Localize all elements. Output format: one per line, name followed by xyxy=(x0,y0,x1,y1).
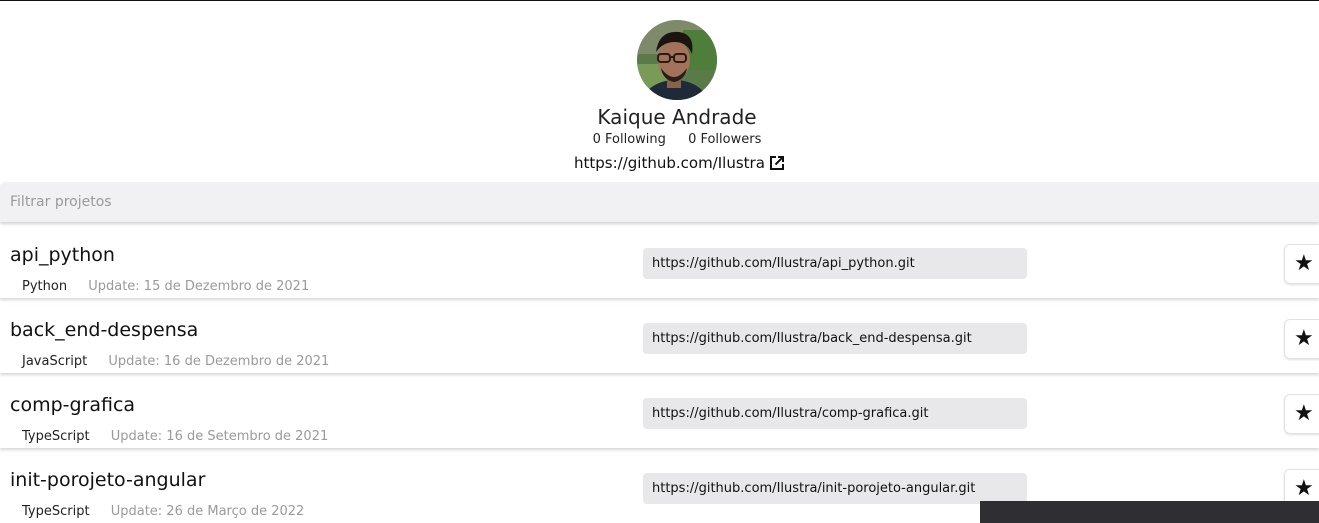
repo-updated: Update: 16 de Dezembro de 2021 xyxy=(108,354,330,369)
star-button[interactable]: ★ xyxy=(1284,244,1319,284)
following-count: 0 Following xyxy=(592,132,666,147)
avatar xyxy=(637,20,717,100)
followers-count: 0 Followers xyxy=(688,132,762,147)
repo-meta: TypeScript Update: 16 de Setembro de 202… xyxy=(22,429,328,445)
follow-stats: 0 Following 0 Followers xyxy=(0,132,1319,148)
star-button[interactable]: ★ xyxy=(1284,394,1319,434)
repo-meta: Python Update: 15 de Dezembro de 2021 xyxy=(22,279,309,295)
profile-name: Kaique Andrade xyxy=(597,105,757,129)
repo-updated: Update: 26 de Março de 2022 xyxy=(110,504,305,519)
clone-url-field[interactable]: https://github.com/Ilustra/comp-grafica.… xyxy=(643,398,1027,429)
clone-url-field[interactable]: https://github.com/Ilustra/back_end-desp… xyxy=(643,323,1027,354)
repo-updated: Update: 15 de Dezembro de 2021 xyxy=(88,279,310,294)
filter-bar xyxy=(0,182,1319,222)
repo-row: api_python Python Update: 15 de Dezembro… xyxy=(0,231,1319,298)
star-icon: ★ xyxy=(1294,401,1314,426)
clone-url-field[interactable]: https://github.com/Ilustra/init-porojeto… xyxy=(643,473,1027,504)
star-icon: ★ xyxy=(1294,251,1314,276)
github-profile-link[interactable]: https://github.com/Ilustra xyxy=(574,151,787,175)
repo-language: Python xyxy=(22,279,68,294)
clone-url-field[interactable]: https://github.com/Ilustra/api_python.gi… xyxy=(643,248,1027,279)
repo-row: comp-grafica TypeScript Update: 16 de Se… xyxy=(0,381,1319,448)
repo-language: TypeScript xyxy=(22,504,90,519)
repo-language: TypeScript xyxy=(22,429,90,444)
repo-name[interactable]: back_end-despensa xyxy=(10,318,198,342)
profile-header: Kaique Andrade 0 Following 0 Followers h… xyxy=(0,0,1319,182)
github-profile-url: https://github.com/Ilustra xyxy=(574,154,765,172)
repo-meta: JavaScript Update: 16 de Dezembro de 202… xyxy=(22,354,329,370)
overlay-panel xyxy=(980,501,1319,523)
repo-language: JavaScript xyxy=(22,354,88,369)
repo-name[interactable]: init-porojeto-angular xyxy=(10,468,205,492)
repo-meta: TypeScript Update: 26 de Março de 2022 xyxy=(22,504,304,520)
star-icon: ★ xyxy=(1294,326,1314,351)
repo-updated: Update: 16 de Setembro de 2021 xyxy=(110,429,329,444)
external-link-icon[interactable] xyxy=(767,153,787,173)
star-icon: ★ xyxy=(1294,476,1314,501)
star-button[interactable]: ★ xyxy=(1284,319,1319,359)
filter-projects-input[interactable] xyxy=(10,190,1300,214)
repo-row: back_end-despensa JavaScript Update: 16 … xyxy=(0,306,1319,373)
repo-name[interactable]: api_python xyxy=(10,243,115,267)
repo-name[interactable]: comp-grafica xyxy=(10,393,135,417)
